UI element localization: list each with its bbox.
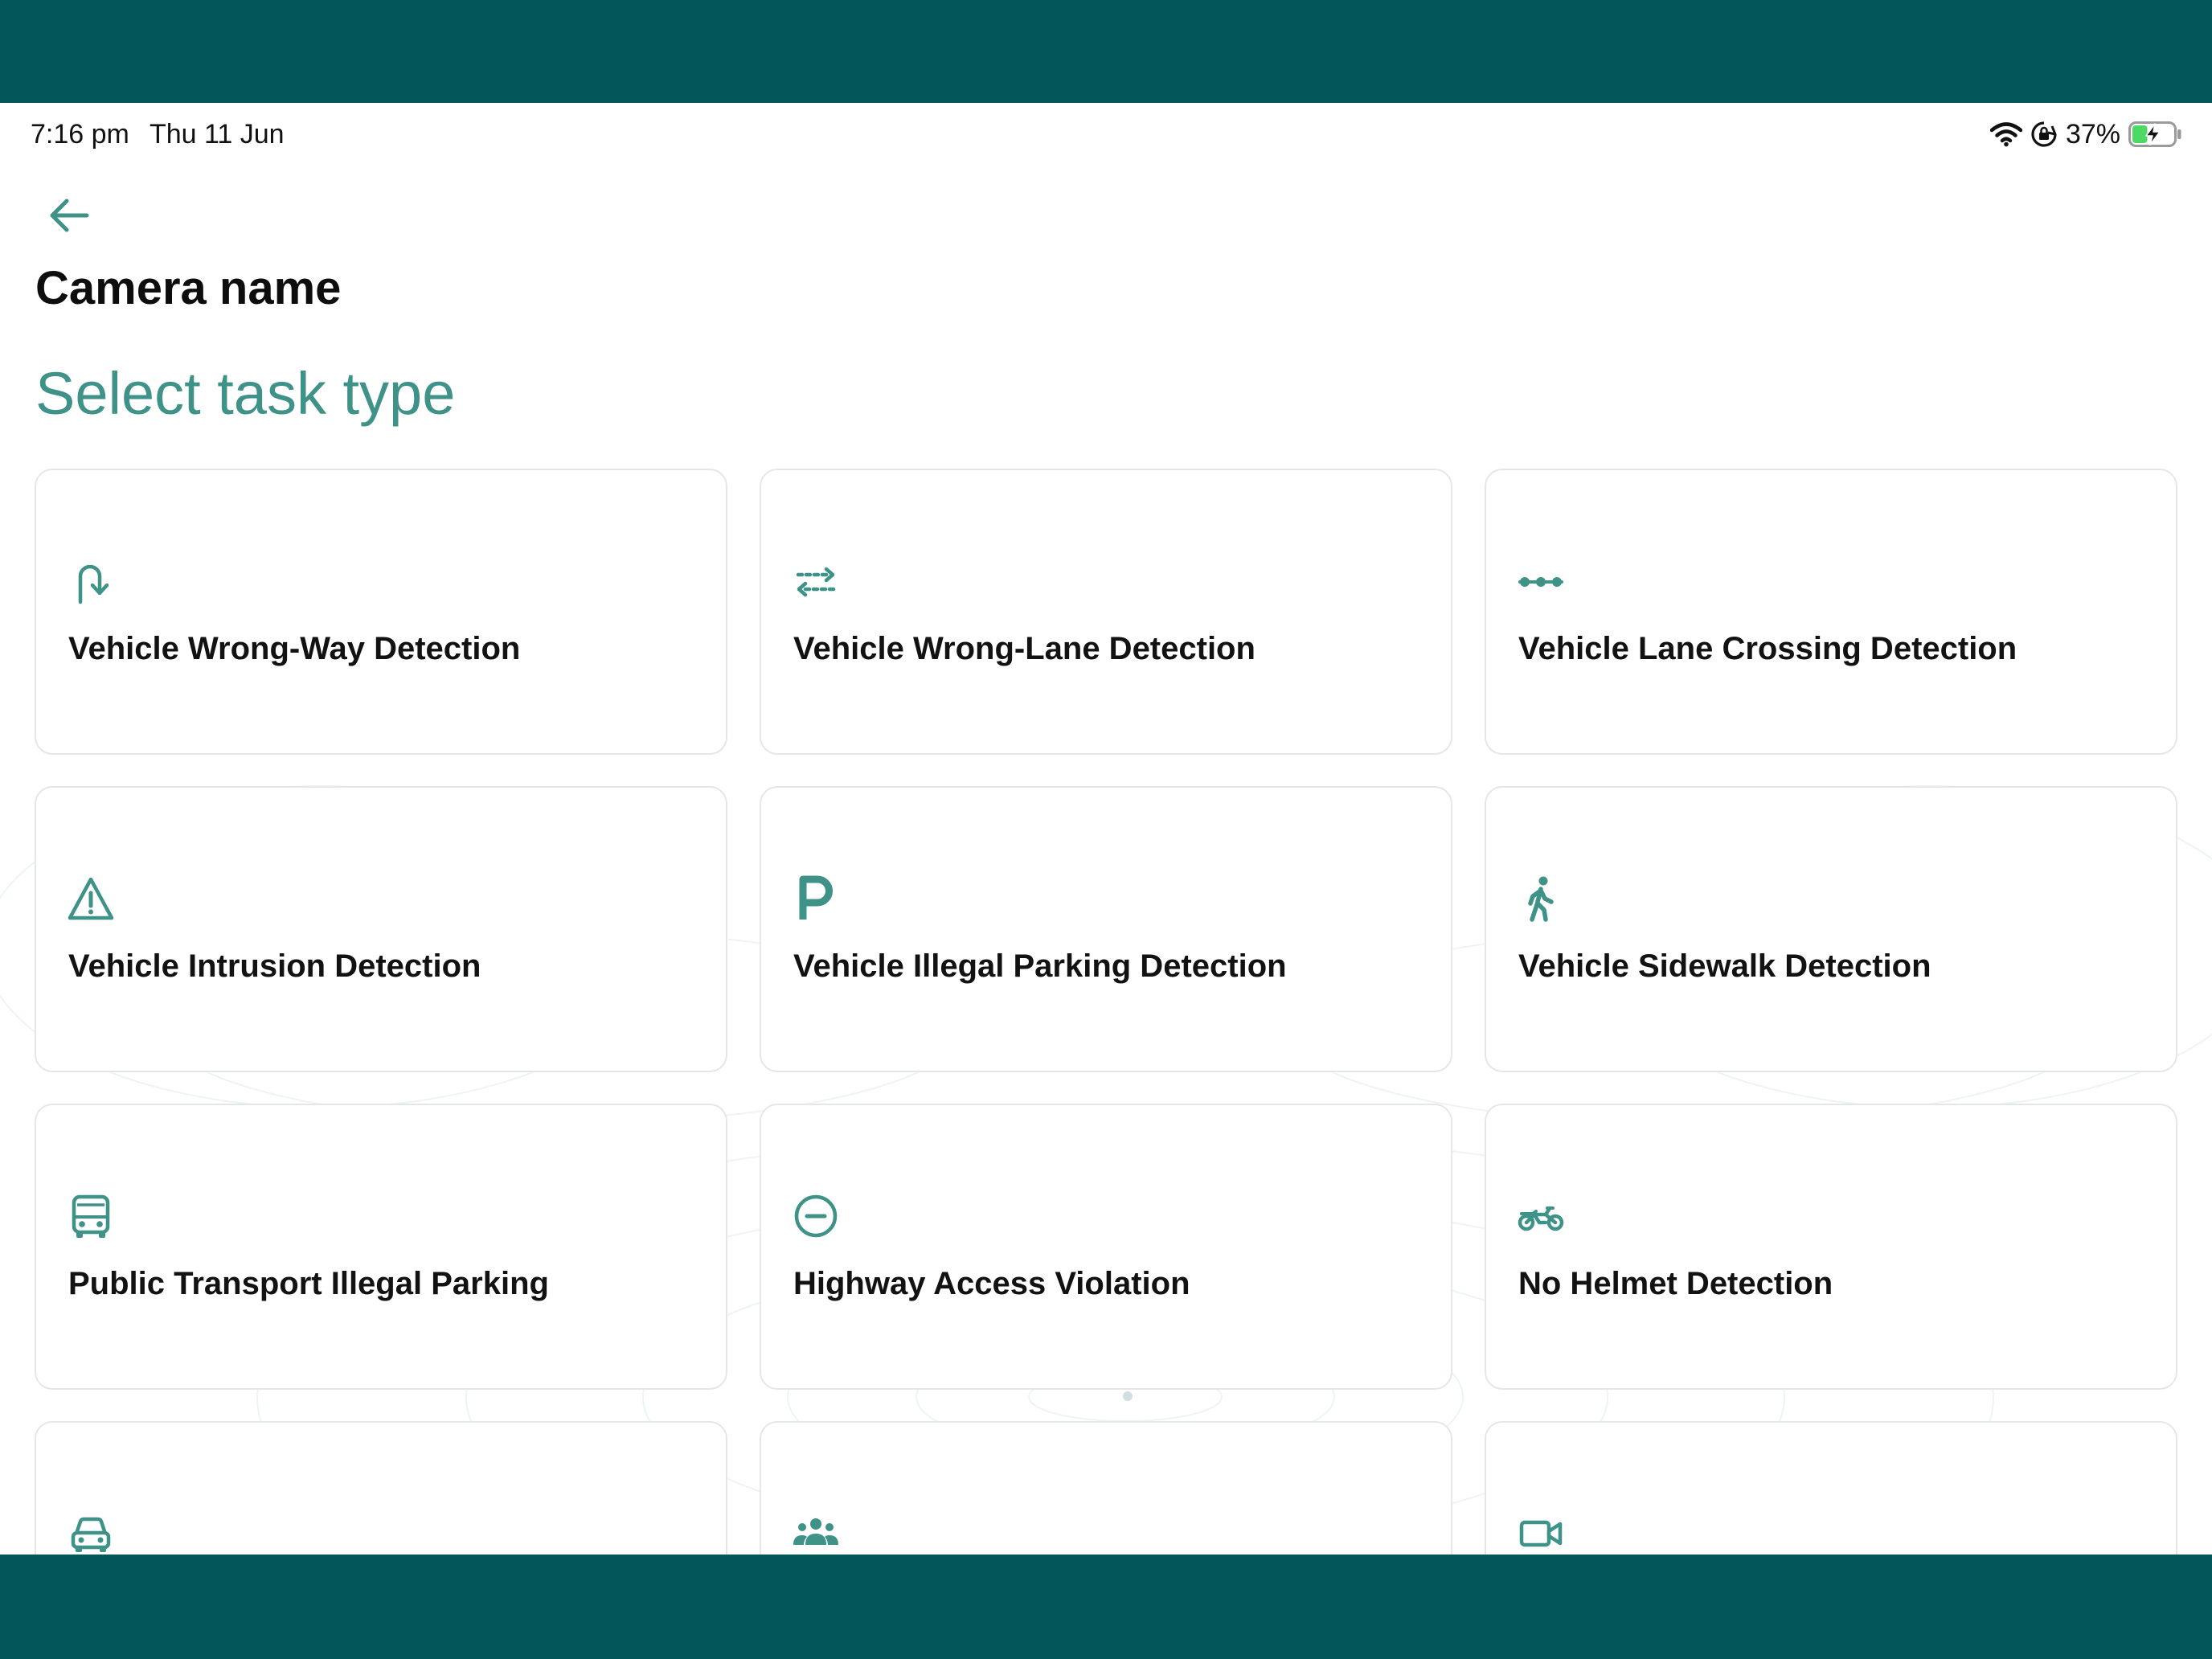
task-card-vehicle-sidewalk[interactable]: Vehicle Sidewalk Detection bbox=[1485, 786, 2177, 1072]
video-camera-icon bbox=[1517, 1509, 1565, 1555]
task-card-row4-people[interactable] bbox=[760, 1421, 1452, 1555]
task-card-vehicle-wrong-way[interactable]: Vehicle Wrong-Way Detection bbox=[35, 469, 727, 755]
motorcycle-icon bbox=[1517, 1192, 1565, 1240]
task-card-label: Vehicle Intrusion Detection bbox=[68, 948, 481, 984]
task-card-vehicle-lane-crossing[interactable]: Vehicle Lane Crossing Detection bbox=[1485, 469, 2177, 755]
task-card-label: No Helmet Detection bbox=[1518, 1266, 1833, 1301]
orientation-lock-icon bbox=[2030, 121, 2058, 148]
no-entry-circle-icon bbox=[792, 1192, 840, 1240]
task-card-row4-car[interactable] bbox=[35, 1421, 727, 1555]
page-title: Camera name bbox=[35, 262, 342, 314]
task-card-row4-camera[interactable] bbox=[1485, 1421, 2177, 1555]
battery-charging-icon bbox=[2128, 121, 2183, 148]
app-screen: 7:16 pm Thu 11 Jun 37% Camera name Selec… bbox=[0, 103, 2212, 1555]
wifi-icon bbox=[1989, 121, 2022, 147]
task-card-label: Highway Access Violation bbox=[793, 1266, 1190, 1301]
task-card-label: Vehicle Lane Crossing Detection bbox=[1518, 631, 2017, 666]
task-card-no-helmet[interactable]: No Helmet Detection bbox=[1485, 1104, 2177, 1390]
task-card-label: Vehicle Wrong-Lane Detection bbox=[793, 631, 1256, 666]
people-group-icon bbox=[792, 1509, 840, 1555]
car-icon bbox=[67, 1509, 115, 1555]
scroll-indicator bbox=[1123, 1391, 1133, 1401]
battery-percentage: 37% bbox=[2065, 118, 2120, 150]
arrow-left-icon bbox=[45, 199, 93, 243]
page-subtitle: Select task type bbox=[35, 360, 456, 427]
status-indicators: 37% bbox=[1989, 114, 2183, 154]
status-date: Thu 11 Jun bbox=[150, 119, 285, 150]
parking-p-icon bbox=[792, 875, 840, 923]
task-card-vehicle-intrusion[interactable]: Vehicle Intrusion Detection bbox=[35, 786, 727, 1072]
task-card-vehicle-wrong-lane[interactable]: Vehicle Wrong-Lane Detection bbox=[760, 469, 1452, 755]
bus-icon bbox=[67, 1192, 115, 1240]
pedestrian-walk-icon bbox=[1517, 875, 1565, 923]
task-card-label: Vehicle Illegal Parking Detection bbox=[793, 948, 1287, 984]
task-card-label: Public Transport Illegal Parking bbox=[68, 1266, 549, 1301]
task-card-label: Vehicle Wrong-Way Detection bbox=[68, 631, 521, 666]
status-time: 7:16 pm bbox=[31, 119, 129, 150]
back-button[interactable] bbox=[45, 191, 93, 240]
task-card-label: Vehicle Sidewalk Detection bbox=[1518, 948, 1931, 984]
warning-triangle-icon bbox=[67, 875, 115, 923]
dots-line-icon bbox=[1517, 557, 1565, 605]
u-turn-icon bbox=[67, 557, 115, 605]
task-card-vehicle-illegal-parking[interactable]: Vehicle Illegal Parking Detection bbox=[760, 786, 1452, 1072]
task-card-highway-access[interactable]: Highway Access Violation bbox=[760, 1104, 1452, 1390]
status-bar: 7:16 pm Thu 11 Jun 37% bbox=[0, 103, 2212, 167]
task-card-public-transport-parking[interactable]: Public Transport Illegal Parking bbox=[35, 1104, 727, 1390]
lane-switch-arrows-icon bbox=[792, 557, 840, 605]
